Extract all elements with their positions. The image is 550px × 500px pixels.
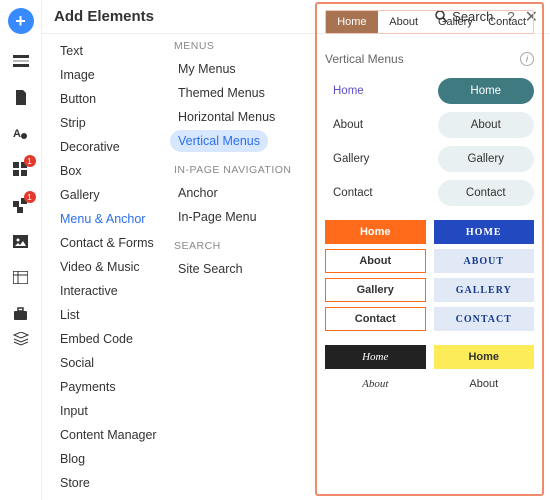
vmenu-3[interactable]: Home About Gallery Contact	[325, 220, 426, 331]
cat-embed[interactable]: Embed Code	[54, 328, 164, 350]
cat-content-manager[interactable]: Content Manager	[54, 424, 164, 446]
sub-vertical[interactable]: Vertical Menus	[170, 130, 268, 152]
layers-icon[interactable]	[12, 330, 30, 348]
cat-social[interactable]: Social	[54, 352, 164, 374]
cat-video-music[interactable]: Video & Music	[54, 256, 164, 278]
theme-icon[interactable]: A	[12, 124, 30, 142]
apps-icon[interactable]: 1	[12, 160, 30, 178]
cat-interactive[interactable]: Interactive	[54, 280, 164, 302]
vmenu-5[interactable]: Home	[325, 345, 426, 369]
panel-title: Add Elements	[54, 8, 154, 25]
group-menus: MENUS	[174, 40, 305, 52]
vmenu-6[interactable]: Home	[434, 345, 535, 369]
vmenu-2[interactable]: Home	[438, 78, 535, 104]
add-button[interactable]: +	[8, 8, 34, 34]
plugin-icon[interactable]: 1	[12, 196, 30, 214]
sub-inpage-menu[interactable]: In-Page Menu	[170, 206, 265, 228]
section-title: Vertical Menus	[325, 52, 404, 66]
cat-button[interactable]: Button	[54, 88, 164, 110]
left-rail: + A 1 1	[0, 0, 42, 500]
business-icon[interactable]	[12, 304, 30, 322]
cat-input[interactable]: Input	[54, 400, 164, 422]
cat-menu-anchor[interactable]: Menu & Anchor	[54, 208, 164, 230]
cat-blog[interactable]: Blog	[54, 448, 164, 470]
cat-box[interactable]: Box	[54, 160, 164, 182]
subcategory-list: MENUS My Menus Themed Menus Horizontal M…	[170, 40, 305, 282]
cat-decorative[interactable]: Decorative	[54, 136, 164, 158]
cat-payments[interactable]: Payments	[54, 376, 164, 398]
apps-badge: 1	[24, 155, 36, 167]
cat-bookings[interactable]: Bookings	[54, 496, 164, 498]
cat-contact-forms[interactable]: Contact & Forms	[54, 232, 164, 254]
group-inpage: IN-PAGE NAVIGATION	[174, 164, 305, 176]
plugin-badge: 1	[24, 191, 36, 203]
group-search: SEARCH	[174, 240, 305, 252]
sub-horizontal[interactable]: Horizontal Menus	[170, 106, 283, 128]
cat-image[interactable]: Image	[54, 64, 164, 86]
data-icon[interactable]	[12, 268, 30, 286]
sub-site-search[interactable]: Site Search	[170, 258, 251, 280]
sub-themed[interactable]: Themed Menus	[170, 82, 273, 104]
media-icon[interactable]	[12, 232, 30, 250]
horiz-menu-preview[interactable]: Home About Gallery Contact	[325, 10, 534, 34]
category-list: Text Image Button Strip Decorative Box G…	[54, 40, 164, 498]
cat-strip[interactable]: Strip	[54, 112, 164, 134]
cat-gallery[interactable]: Gallery	[54, 184, 164, 206]
page-icon[interactable]	[12, 88, 30, 106]
svg-text:A: A	[13, 128, 21, 140]
cat-store[interactable]: Store	[54, 472, 164, 494]
sub-my-menus[interactable]: My Menus	[170, 58, 244, 80]
vmenu-4[interactable]: HOME ABOUT GALLERY CONTACT	[434, 220, 535, 331]
sub-anchor[interactable]: Anchor	[170, 182, 226, 204]
vmenu-1[interactable]: Home	[325, 78, 430, 104]
section-icon[interactable]	[12, 52, 30, 70]
cat-list[interactable]: List	[54, 304, 164, 326]
info-icon[interactable]: i	[520, 52, 534, 66]
cat-text[interactable]: Text	[54, 40, 164, 62]
preview-pane: Home About Gallery Contact Vertical Menu…	[315, 2, 544, 496]
